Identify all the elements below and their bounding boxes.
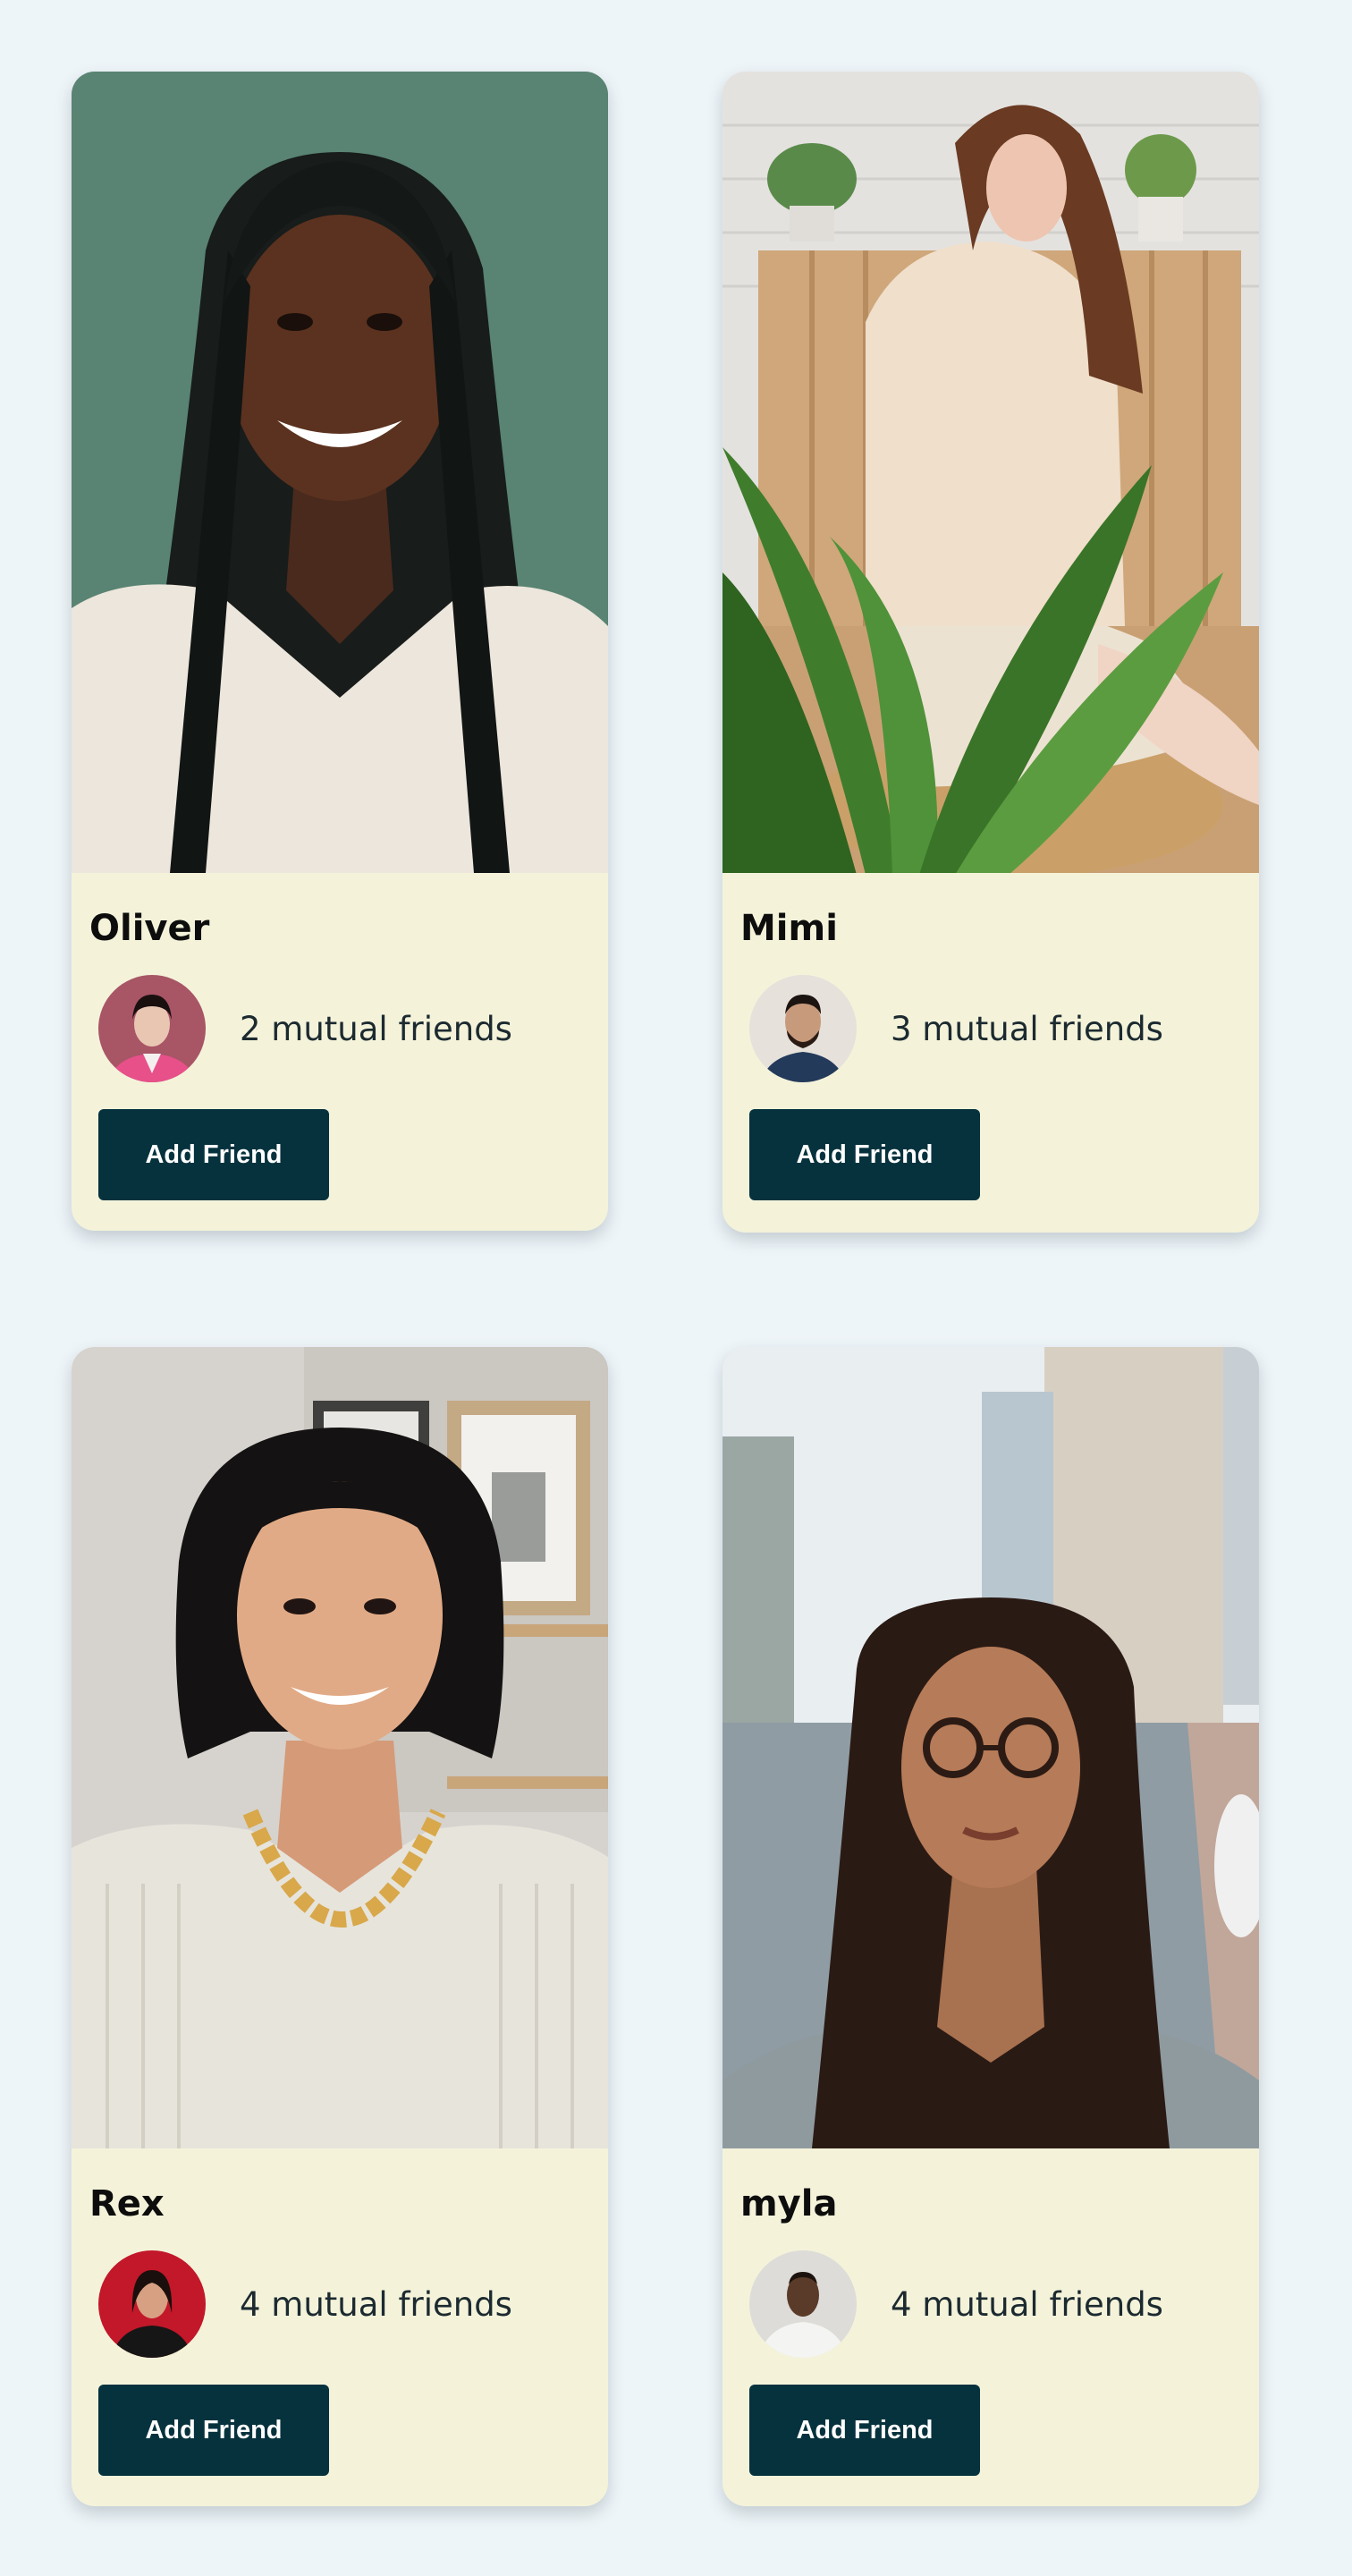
mutual-friend-avatar[interactable] bbox=[749, 2250, 857, 2358]
mutual-friend-avatar[interactable] bbox=[749, 975, 857, 1082]
add-friend-button[interactable]: Add Friend bbox=[749, 2385, 980, 2476]
friend-name: Rex bbox=[89, 2183, 165, 2224]
profile-photo bbox=[72, 1347, 608, 2148]
friend-card: Rex 4 mutual friends Add Friend bbox=[72, 1347, 608, 2506]
profile-photo bbox=[722, 72, 1259, 873]
mutual-friends-row: 2 mutual friends bbox=[98, 975, 512, 1082]
friend-card: myla 4 mutual friends Add Friend bbox=[722, 1347, 1259, 2506]
mutual-friends-row: 4 mutual friends bbox=[749, 2250, 1163, 2358]
profile-photo bbox=[72, 72, 608, 873]
mutual-friends-count: 3 mutual friends bbox=[891, 1009, 1163, 1048]
mutual-friend-avatar[interactable] bbox=[98, 975, 206, 1082]
card-info: Oliver 2 mutual friends Add Friend bbox=[72, 873, 608, 1231]
mutual-friends-row: 4 mutual friends bbox=[98, 2250, 512, 2358]
mutual-friends-count: 4 mutual friends bbox=[240, 2284, 512, 2324]
friend-card: Mimi 3 mutual friends Add Friend bbox=[722, 72, 1259, 1233]
friend-name: Mimi bbox=[740, 908, 838, 949]
mutual-friends-count: 4 mutual friends bbox=[891, 2284, 1163, 2324]
friend-card: Oliver 2 mutual friends Add Friend bbox=[72, 72, 608, 1231]
add-friend-button[interactable]: Add Friend bbox=[98, 2385, 329, 2476]
card-info: Rex 4 mutual friends Add Friend bbox=[72, 2148, 608, 2506]
friend-name: Oliver bbox=[89, 908, 210, 949]
profile-photo bbox=[722, 1347, 1259, 2148]
card-info: myla 4 mutual friends Add Friend bbox=[722, 2148, 1259, 2506]
mutual-friend-avatar[interactable] bbox=[98, 2250, 206, 2358]
friend-name: myla bbox=[740, 2183, 838, 2224]
add-friend-button[interactable]: Add Friend bbox=[98, 1109, 329, 1200]
add-friend-button[interactable]: Add Friend bbox=[749, 1109, 980, 1200]
mutual-friends-count: 2 mutual friends bbox=[240, 1009, 512, 1048]
mutual-friends-row: 3 mutual friends bbox=[749, 975, 1163, 1082]
card-info: Mimi 3 mutual friends Add Friend bbox=[722, 873, 1259, 1231]
